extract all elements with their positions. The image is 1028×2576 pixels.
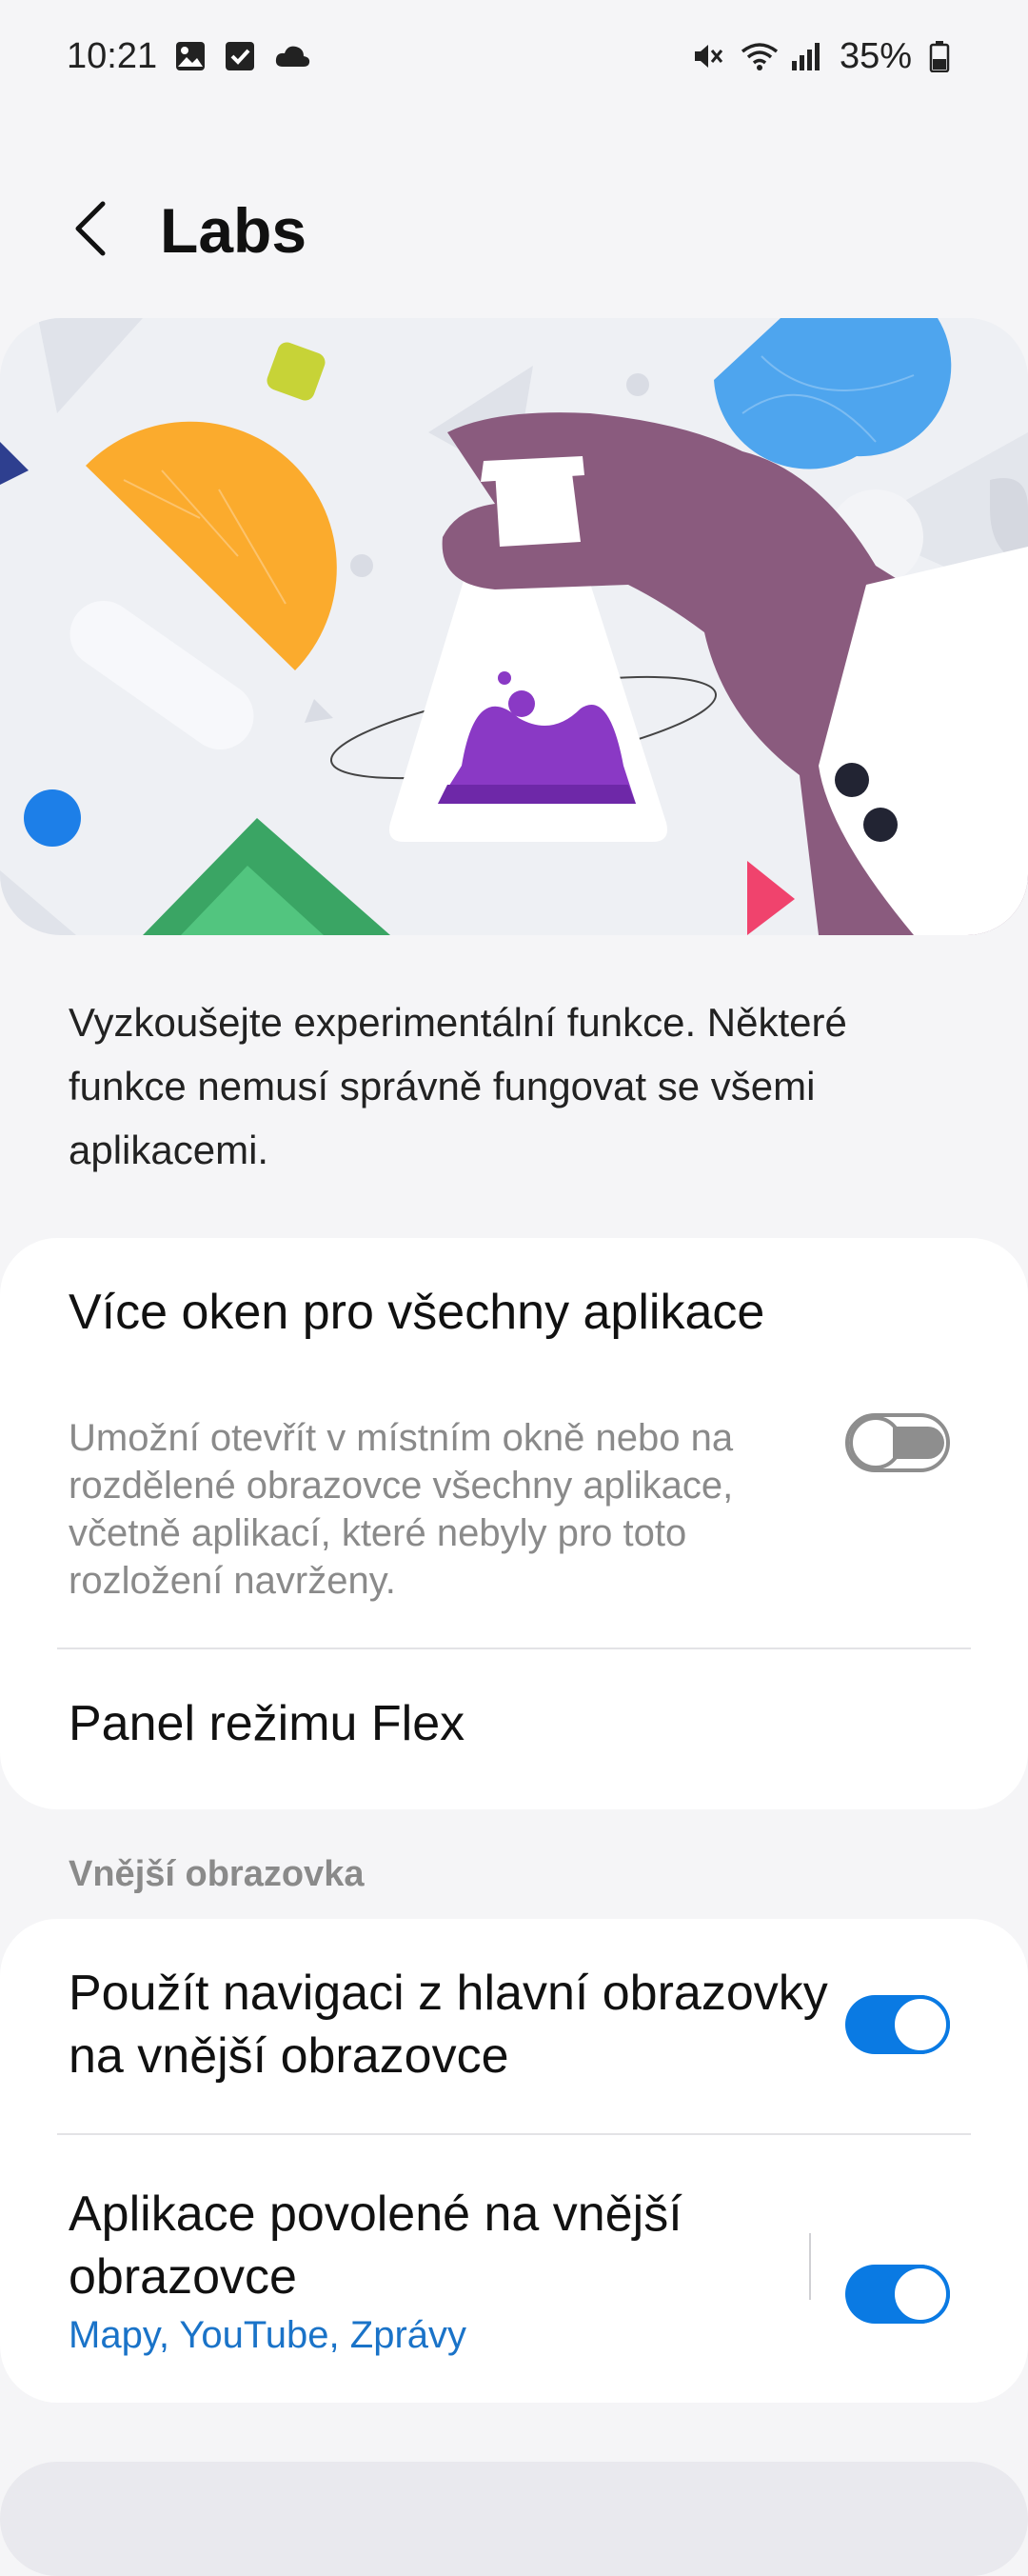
gallery-icon xyxy=(174,40,207,72)
status-bar: 10:21 35% xyxy=(0,0,1028,112)
multi-window-title: Více oken pro všechny aplikace xyxy=(69,1285,765,1340)
labs-illustration xyxy=(0,318,1028,935)
allowed-apps-toggle[interactable] xyxy=(845,2265,950,2324)
mute-icon xyxy=(691,40,723,72)
main-nav-title: Použít navigaci z hlavní obrazovky na vn… xyxy=(69,1966,828,2084)
toggle-knob xyxy=(891,2265,950,2324)
main-nav-toggle[interactable] xyxy=(845,1995,950,2054)
main-nav-setting[interactable]: Použít navigaci z hlavní obrazovky na vn… xyxy=(0,1919,1028,2133)
settings-card-next xyxy=(0,2462,1028,2576)
settings-card-cover-screen: Použít navigaci z hlavní obrazovky na vn… xyxy=(0,1919,1028,2403)
battery-icon xyxy=(929,40,961,73)
allowed-apps-setting[interactable]: Aplikace povolené na vnější obrazovce Ma… xyxy=(0,2135,800,2403)
status-right: 35% xyxy=(691,36,961,77)
back-arrow-icon xyxy=(75,201,106,256)
flex-panel-setting[interactable]: Panel režimu Flex xyxy=(0,1649,1028,1809)
back-button[interactable] xyxy=(61,198,122,259)
wifi-icon xyxy=(741,40,779,72)
signal-icon xyxy=(790,40,822,72)
app-bar: Labs xyxy=(0,171,1028,286)
section-title-cover-screen: Vnější obrazovka xyxy=(69,1854,365,1894)
flex-panel-title: Panel režimu Flex xyxy=(69,1696,465,1751)
status-left: 10:21 xyxy=(67,35,310,77)
multi-window-toggle[interactable] xyxy=(845,1413,950,1472)
multi-window-setting[interactable]: Více oken pro všechny aplikace Umožní ot… xyxy=(0,1238,1028,1647)
vertical-separator xyxy=(809,2233,811,2300)
checkbox-icon xyxy=(224,40,256,72)
page-title: Labs xyxy=(160,195,307,266)
multi-window-subtitle: Umožní otevřít v místním okně nebo na ro… xyxy=(69,1417,734,1602)
cloud-icon xyxy=(273,40,310,72)
allowed-apps-title: Aplikace povolené na vnější obrazovce xyxy=(69,2187,682,2305)
toggle-knob xyxy=(849,1416,902,1469)
page-description: Vyzkoušejte experimentální funkce. Někte… xyxy=(69,1000,847,1172)
toggle-knob xyxy=(891,1995,950,2054)
battery-percent: 35% xyxy=(839,35,912,76)
allowed-apps-list: Mapy, YouTube, Zprávy xyxy=(69,2314,467,2356)
status-time: 10:21 xyxy=(67,35,158,76)
settings-card-general: Více oken pro všechny aplikace Umožní ot… xyxy=(0,1238,1028,1809)
